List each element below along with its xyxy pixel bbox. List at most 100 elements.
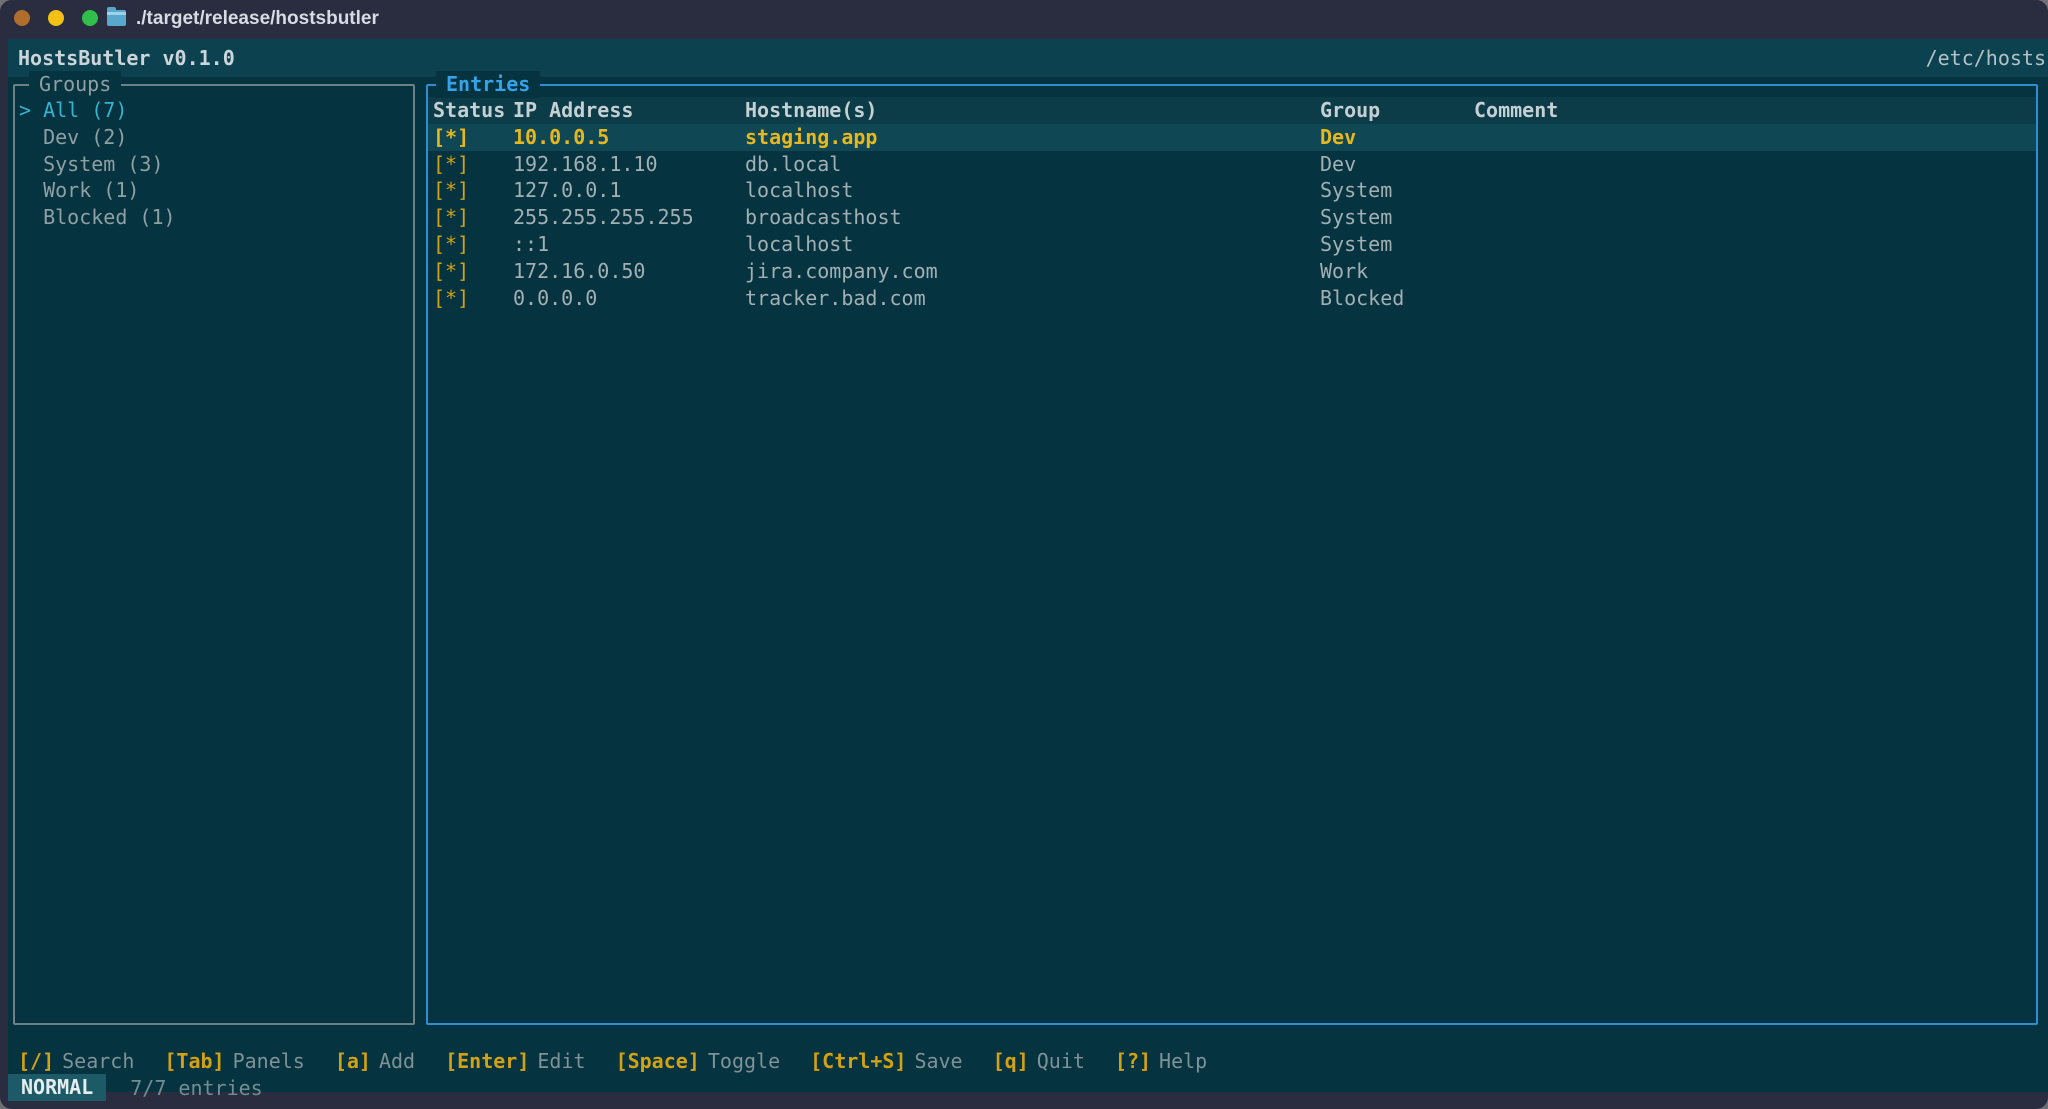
comment-cell [1474, 124, 2036, 151]
group-item-indent [19, 205, 43, 229]
entries-table-body: [*]10.0.0.5staging.appDev[*]192.168.1.10… [428, 124, 2036, 312]
help-label: Panels [233, 1049, 305, 1073]
terminal-window: ./target/release/hostsbutler HostsButler… [0, 0, 2048, 1109]
help-item-search[interactable]: [/] Search [18, 1049, 134, 1073]
table-row[interactable]: [*]10.0.0.5staging.appDev [428, 124, 2036, 151]
help-key: [/] [18, 1049, 54, 1073]
help-key: [Space] [616, 1049, 700, 1073]
table-row[interactable]: [*]192.168.1.10db.localDev [428, 151, 2036, 178]
status-bar: NORMAL 7/7 entries [8, 1074, 2048, 1101]
app-header-bar: HostsButler v0.1.0 /etc/hosts [8, 39, 2048, 77]
help-item-panels[interactable]: [Tab] Panels [164, 1049, 304, 1073]
group-cell: Work [1320, 258, 1474, 285]
ip-address-cell: 0.0.0.0 [513, 285, 745, 312]
help-item-edit[interactable]: [Enter] Edit [445, 1049, 585, 1073]
help-item-save[interactable]: [Ctrl+S] Save [810, 1049, 963, 1073]
ip-address-cell: ::1 [513, 231, 745, 258]
folder-icon [107, 10, 126, 26]
status-enabled-marker: [*] [433, 258, 513, 285]
group-item-indent [19, 125, 43, 149]
help-key: [?] [1115, 1049, 1151, 1073]
groups-panel-title: Groups [29, 71, 121, 98]
group-item-label: All (7) [43, 98, 127, 122]
close-window-button[interactable] [14, 10, 30, 26]
table-row[interactable]: [*]172.16.0.50jira.company.comWork [428, 258, 2036, 285]
hostname-cell: localhost [745, 231, 1320, 258]
column-header-ip: IP Address [513, 97, 745, 124]
group-item-system[interactable]: System (3) [15, 151, 413, 178]
group-item-blocked[interactable]: Blocked (1) [15, 204, 413, 231]
help-label: Toggle [708, 1049, 780, 1073]
column-header-comment: Comment [1474, 97, 2036, 124]
status-enabled-marker: [*] [433, 204, 513, 231]
window-title: ./target/release/hostsbutler [136, 8, 379, 30]
group-cell: System [1320, 204, 1474, 231]
hostname-cell: staging.app [745, 124, 1320, 151]
hostname-cell: tracker.bad.com [745, 285, 1320, 312]
group-cell: Blocked [1320, 285, 1474, 312]
group-item-dev[interactable]: Dev (2) [15, 124, 413, 151]
zoom-window-button[interactable] [82, 10, 98, 26]
group-item-label: Dev (2) [43, 125, 127, 149]
hostname-cell: db.local [745, 151, 1320, 178]
entries-count: 7/7 entries [130, 1076, 262, 1100]
group-cell: System [1320, 177, 1474, 204]
table-row[interactable]: [*]::1localhostSystem [428, 231, 2036, 258]
help-label: Edit [537, 1049, 585, 1073]
table-row[interactable]: [*]255.255.255.255broadcasthostSystem [428, 204, 2036, 231]
selection-marker: > [19, 98, 43, 122]
comment-cell [1474, 231, 2036, 258]
group-item-indent [19, 152, 43, 176]
group-item-work[interactable]: Work (1) [15, 177, 413, 204]
group-cell: System [1320, 231, 1474, 258]
terminal-content: HostsButler v0.1.0 /etc/hosts Groups > A… [8, 39, 2048, 1092]
help-item-help[interactable]: [?]Help [1115, 1049, 1207, 1073]
comment-cell [1474, 177, 2036, 204]
help-key: [Enter] [445, 1049, 529, 1073]
comment-cell [1474, 204, 2036, 231]
table-row[interactable]: [*]0.0.0.0tracker.bad.comBlocked [428, 285, 2036, 312]
group-item-label: System (3) [43, 152, 163, 176]
help-item-toggle[interactable]: [Space] Toggle [616, 1049, 781, 1073]
help-key: [q] [993, 1049, 1029, 1073]
help-key: [a] [335, 1049, 371, 1073]
group-item-label: Work (1) [43, 178, 139, 202]
status-enabled-marker: [*] [433, 285, 513, 312]
help-key: [Ctrl+S] [810, 1049, 906, 1073]
ip-address-cell: 172.16.0.50 [513, 258, 745, 285]
groups-list: > All (7) Dev (2) System (3) Work (1) Bl… [15, 97, 413, 231]
status-enabled-marker: [*] [433, 231, 513, 258]
hostname-cell: jira.company.com [745, 258, 1320, 285]
help-key: [Tab] [164, 1049, 224, 1073]
titlebar[interactable]: ./target/release/hostsbutler [0, 0, 2048, 39]
groups-panel: Groups > All (7) Dev (2) System (3) Work… [13, 84, 415, 1025]
help-label: Quit [1037, 1049, 1085, 1073]
hostname-cell: broadcasthost [745, 204, 1320, 231]
ip-address-cell: 192.168.1.10 [513, 151, 745, 178]
group-item-all[interactable]: > All (7) [15, 97, 413, 124]
hosts-file-path: /etc/hosts [1926, 46, 2046, 70]
help-label: Save [914, 1049, 962, 1073]
help-item-quit[interactable]: [q] Quit [993, 1049, 1085, 1073]
hostname-cell: localhost [745, 177, 1320, 204]
group-item-label: Blocked (1) [43, 205, 175, 229]
comment-cell [1474, 285, 2036, 312]
help-bar: [/] Search [Tab] Panels [a]Add [Enter] Edit [Sp… [8, 1047, 2048, 1074]
help-item-add[interactable]: [a]Add [335, 1049, 415, 1073]
help-label: Search [62, 1049, 134, 1073]
column-header-hostname: Hostname(s) [745, 97, 1320, 124]
mode-badge: NORMAL [8, 1074, 106, 1101]
ip-address-cell: 127.0.0.1 [513, 177, 745, 204]
group-cell: Dev [1320, 124, 1474, 151]
comment-cell [1474, 151, 2036, 178]
status-enabled-marker: [*] [433, 124, 513, 151]
ip-address-cell: 10.0.0.5 [513, 124, 745, 151]
entries-panel-title: Entries [436, 71, 540, 98]
comment-cell [1474, 258, 2036, 285]
column-header-group: Group [1320, 97, 1474, 124]
minimize-window-button[interactable] [48, 10, 64, 26]
table-row[interactable]: [*]127.0.0.1localhostSystem [428, 177, 2036, 204]
entries-table-header: StatusIP AddressHostname(s)GroupComment [428, 97, 2036, 124]
column-header-status: Status [433, 97, 513, 124]
group-item-indent [19, 178, 43, 202]
